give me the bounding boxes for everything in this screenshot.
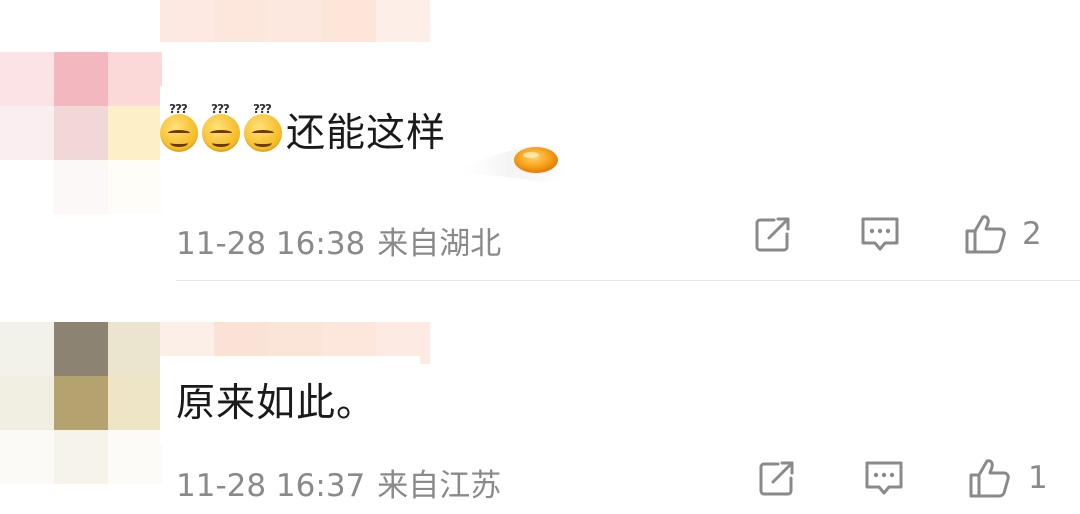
reply-button[interactable] bbox=[862, 458, 906, 500]
location: 来自江苏 bbox=[377, 468, 502, 504]
share-button[interactable] bbox=[756, 458, 798, 500]
comment-text: 还能这样 bbox=[286, 111, 447, 156]
comment-meta: 11-28 16:37 来自江苏 bbox=[176, 460, 501, 505]
like-button[interactable]: 1 bbox=[966, 456, 1048, 500]
divider bbox=[176, 280, 1080, 281]
comment-text: 原来如此。 bbox=[176, 381, 377, 426]
comment-icon bbox=[861, 217, 899, 251]
share-icon bbox=[755, 217, 790, 252]
dizzy-face-emoji-icon: ??? bbox=[244, 102, 282, 152]
comment-meta: 11-28 16:38 来自湖北 bbox=[176, 218, 501, 263]
dizzy-face-emoji-icon: ??? bbox=[160, 102, 198, 152]
location: 来自湖北 bbox=[377, 226, 502, 262]
share-button[interactable] bbox=[752, 214, 794, 256]
like-button[interactable]: 2 bbox=[962, 212, 1042, 256]
username-blurred[interactable] bbox=[160, 0, 430, 42]
fried-egg-icon bbox=[448, 145, 571, 182]
comment-content: 原来如此。 bbox=[160, 356, 420, 444]
like-count: 1 bbox=[1028, 460, 1048, 496]
like-count: 2 bbox=[1022, 216, 1042, 252]
timestamp: 11-28 16:37 bbox=[176, 468, 366, 504]
comment-item: 原来如此。 11-28 16:37 来自江苏 1 bbox=[0, 282, 1080, 514]
avatar[interactable] bbox=[0, 322, 162, 484]
timestamp: 11-28 16:38 bbox=[176, 226, 366, 262]
comment-icon bbox=[865, 461, 903, 495]
share-icon bbox=[759, 461, 794, 496]
reply-button[interactable] bbox=[858, 214, 902, 256]
comment-item: ????????? 还能这样 11-28 16:38 来自湖北 2 bbox=[0, 0, 1080, 280]
thumbs-up-icon bbox=[969, 459, 1010, 498]
thumbs-up-icon bbox=[965, 215, 1006, 254]
avatar[interactable] bbox=[0, 52, 162, 214]
dizzy-face-emoji-icon: ??? bbox=[202, 102, 240, 152]
